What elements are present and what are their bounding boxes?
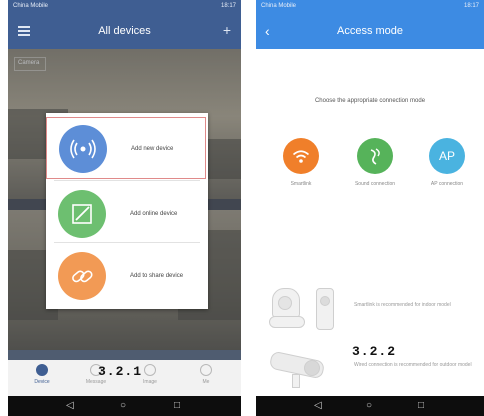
back-nav-icon[interactable]: ◁: [314, 396, 322, 416]
divider: [54, 180, 200, 181]
status-time: 18:17: [220, 3, 236, 9]
mode-label: Smartlink: [290, 181, 312, 187]
step-label: 3.2.1: [98, 364, 143, 379]
sound-connection-mode-button[interactable]: Sound connection: [340, 138, 410, 188]
title-bar: ‹ Access mode: [256, 13, 484, 49]
image-icon: [144, 364, 156, 376]
outdoor-note: Wired connection is recommended for outd…: [354, 362, 472, 368]
add-share-device-item[interactable]: Add to share device: [46, 245, 208, 307]
carrier-label: China Mobile: [261, 3, 297, 9]
ap-icon: AP: [429, 138, 465, 174]
popup-item-label: Add to share device: [130, 273, 184, 279]
tab-label: Image: [143, 379, 157, 385]
popup-item-label: Add new device: [131, 146, 174, 152]
home-nav-icon[interactable]: ○: [366, 396, 372, 416]
carrier-label: China Mobile: [13, 3, 49, 9]
system-nav-bar: ◁ ○ □: [8, 396, 241, 416]
status-time: 18:17: [463, 3, 479, 9]
status-bar: China Mobile 18:17: [256, 0, 484, 13]
left-phone-screen: China Mobile 18:17 All devices + Camera …: [8, 0, 241, 416]
mode-label: AP connection: [430, 181, 464, 187]
recent-nav-icon[interactable]: □: [418, 396, 424, 416]
indoor-note: Smartlink is recommended for indoor mode…: [354, 302, 451, 308]
page-title: All devices: [98, 25, 151, 37]
recent-nav-icon[interactable]: □: [174, 396, 180, 416]
smartlink-mode-button[interactable]: Smartlink: [266, 138, 336, 188]
tab-label: Message: [85, 379, 107, 385]
mode-label: Sound connection: [354, 181, 396, 187]
home-nav-icon[interactable]: ○: [120, 396, 126, 416]
tab-label: Device: [34, 379, 50, 385]
ap-connection-mode-button[interactable]: AP AP connection: [412, 138, 482, 188]
add-icon[interactable]: +: [223, 23, 231, 37]
link-icon: [58, 252, 106, 300]
tab-device[interactable]: Device: [24, 364, 60, 385]
title-bar: All devices +: [8, 13, 241, 49]
wifi-icon: [283, 138, 319, 174]
right-phone-screen: China Mobile 18:17 ‹ Access mode Choose …: [256, 0, 484, 416]
page-title: Access mode: [336, 25, 404, 37]
divider: [54, 242, 200, 243]
device-icon: [36, 364, 48, 376]
back-nav-icon[interactable]: ◁: [66, 396, 74, 416]
add-device-popup: Add new device Add online device Add to …: [46, 113, 208, 309]
profile-icon: [200, 364, 212, 376]
add-online-device-item[interactable]: Add online device: [46, 183, 208, 245]
popup-item-label: Add online device: [130, 211, 178, 217]
system-nav-bar: ◁ ○ □: [256, 396, 484, 416]
wifi-signal-icon: [59, 125, 107, 173]
sound-wave-icon: [357, 138, 393, 174]
status-bar: China Mobile 18:17: [8, 0, 241, 13]
edit-icon: [58, 190, 106, 238]
tab-me[interactable]: Me: [188, 364, 224, 385]
instruction-text: Choose the appropriate connection mode: [314, 98, 426, 104]
add-new-device-item[interactable]: Add new device: [46, 117, 206, 179]
tab-label: Me: [202, 379, 210, 385]
ap-icon-text: AP: [438, 149, 455, 163]
step-label: 3.2.2: [352, 344, 397, 359]
